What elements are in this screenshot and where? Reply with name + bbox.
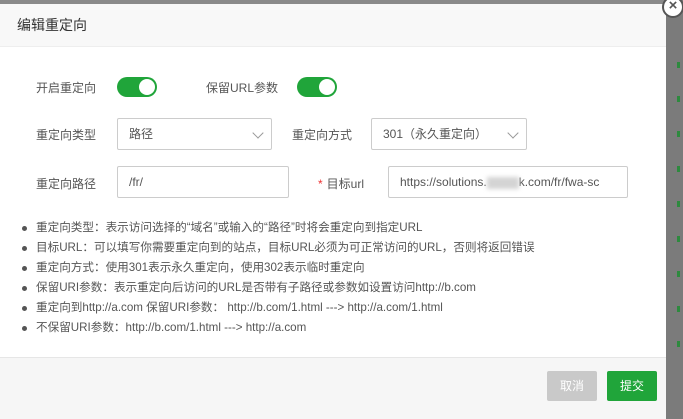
redacted-text	[486, 176, 519, 189]
redirect-type-value: 路径	[129, 127, 154, 141]
dialog-title: 编辑重定向	[17, 17, 87, 33]
list-item: 重定向到http://a.com 保留URI参数： http://b.com/1…	[22, 298, 535, 318]
redirect-method-select[interactable]: 301（永久重定向）	[371, 118, 527, 150]
target-url-prefix: https://solutions.	[400, 175, 487, 189]
dialog-header: 编辑重定向	[0, 4, 666, 47]
close-icon[interactable]: ×	[662, 0, 683, 18]
keep-url-params-toggle[interactable]	[297, 77, 337, 97]
toggle-knob	[319, 79, 335, 95]
dialog-footer: 取消 提交	[0, 357, 666, 419]
cancel-button[interactable]: 取消	[547, 371, 598, 401]
background-tick	[677, 341, 680, 347]
list-item: 重定向类型：表示访问选择的“域名”或输入的“路径”时将会重定向到指定URL	[22, 218, 535, 238]
chevron-down-icon	[507, 127, 519, 139]
required-marker: *	[318, 177, 323, 191]
background-tick	[677, 131, 680, 137]
help-tips-list: 重定向类型：表示访问选择的“域名”或输入的“路径”时将会重定向到指定URL 目标…	[22, 218, 535, 338]
keep-url-params-label: 保留URL参数	[206, 81, 279, 95]
redirect-path-value: /fr/	[129, 175, 143, 189]
chevron-down-icon	[252, 127, 264, 139]
redirect-method-label: 重定向方式	[292, 128, 353, 142]
target-url-input[interactable]: https://solutions. k.com/fr/fwa-sc	[388, 166, 628, 198]
background-tick	[677, 96, 680, 102]
list-item: 目标URL：可以填写你需要重定向到的站点，目标URL必须为可正常访问的URL，否…	[22, 238, 535, 258]
background-tick	[677, 271, 680, 277]
background-tick	[677, 236, 680, 242]
redirect-path-label: 重定向路径	[36, 177, 97, 191]
redirect-type-label: 重定向类型	[36, 128, 97, 142]
redirect-type-select[interactable]: 路径	[117, 118, 272, 150]
background-page-strip	[666, 0, 683, 419]
background-tick	[677, 201, 680, 207]
list-item: 保留URI参数：表示重定向后访问的URL是否带有子路径或参数如设置访问http:…	[22, 278, 535, 298]
redirect-path-input[interactable]: /fr/	[117, 166, 289, 198]
list-item: 不保留URI参数：http://b.com/1.html ---> http:/…	[22, 318, 535, 338]
list-item: 重定向方式：使用301表示永久重定向，使用302表示临时重定向	[22, 258, 535, 278]
edit-redirect-dialog: 编辑重定向 开启重定向 保留URL参数 重定向类型 路径 重定向方式 301（永…	[0, 4, 666, 419]
enable-redirect-label: 开启重定向	[36, 81, 97, 95]
toggle-knob	[139, 79, 155, 95]
submit-button[interactable]: 提交	[607, 371, 658, 401]
background-tick	[677, 62, 680, 68]
target-url-label: * 目标url	[318, 175, 364, 192]
target-url-suffix: k.com/fr/fwa-sc	[518, 175, 600, 189]
background-tick	[677, 306, 680, 312]
enable-redirect-toggle[interactable]	[117, 77, 157, 97]
background-tick	[677, 166, 680, 172]
target-url-label-text: 目标url	[326, 177, 365, 191]
redirect-method-value: 301（永久重定向）	[383, 127, 488, 141]
